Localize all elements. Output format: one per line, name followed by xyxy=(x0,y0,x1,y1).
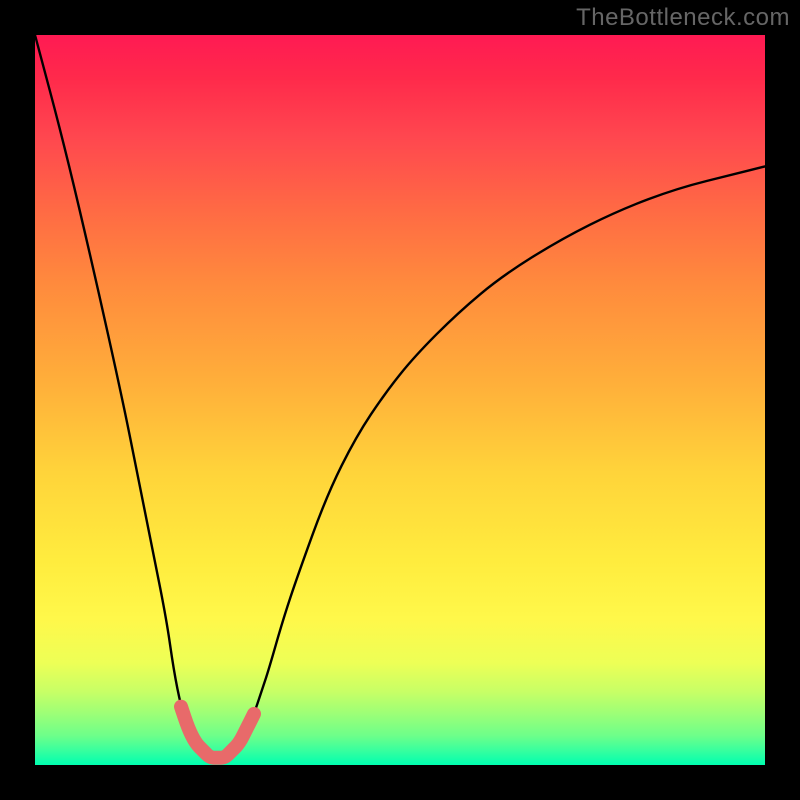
bottleneck-curve xyxy=(35,35,765,758)
chart-frame: TheBottleneck.com xyxy=(0,0,800,800)
plot-area xyxy=(35,35,765,765)
bottleneck-curve-highlight xyxy=(181,707,254,758)
chart-svg xyxy=(35,35,765,765)
watermark-text: TheBottleneck.com xyxy=(576,4,790,32)
